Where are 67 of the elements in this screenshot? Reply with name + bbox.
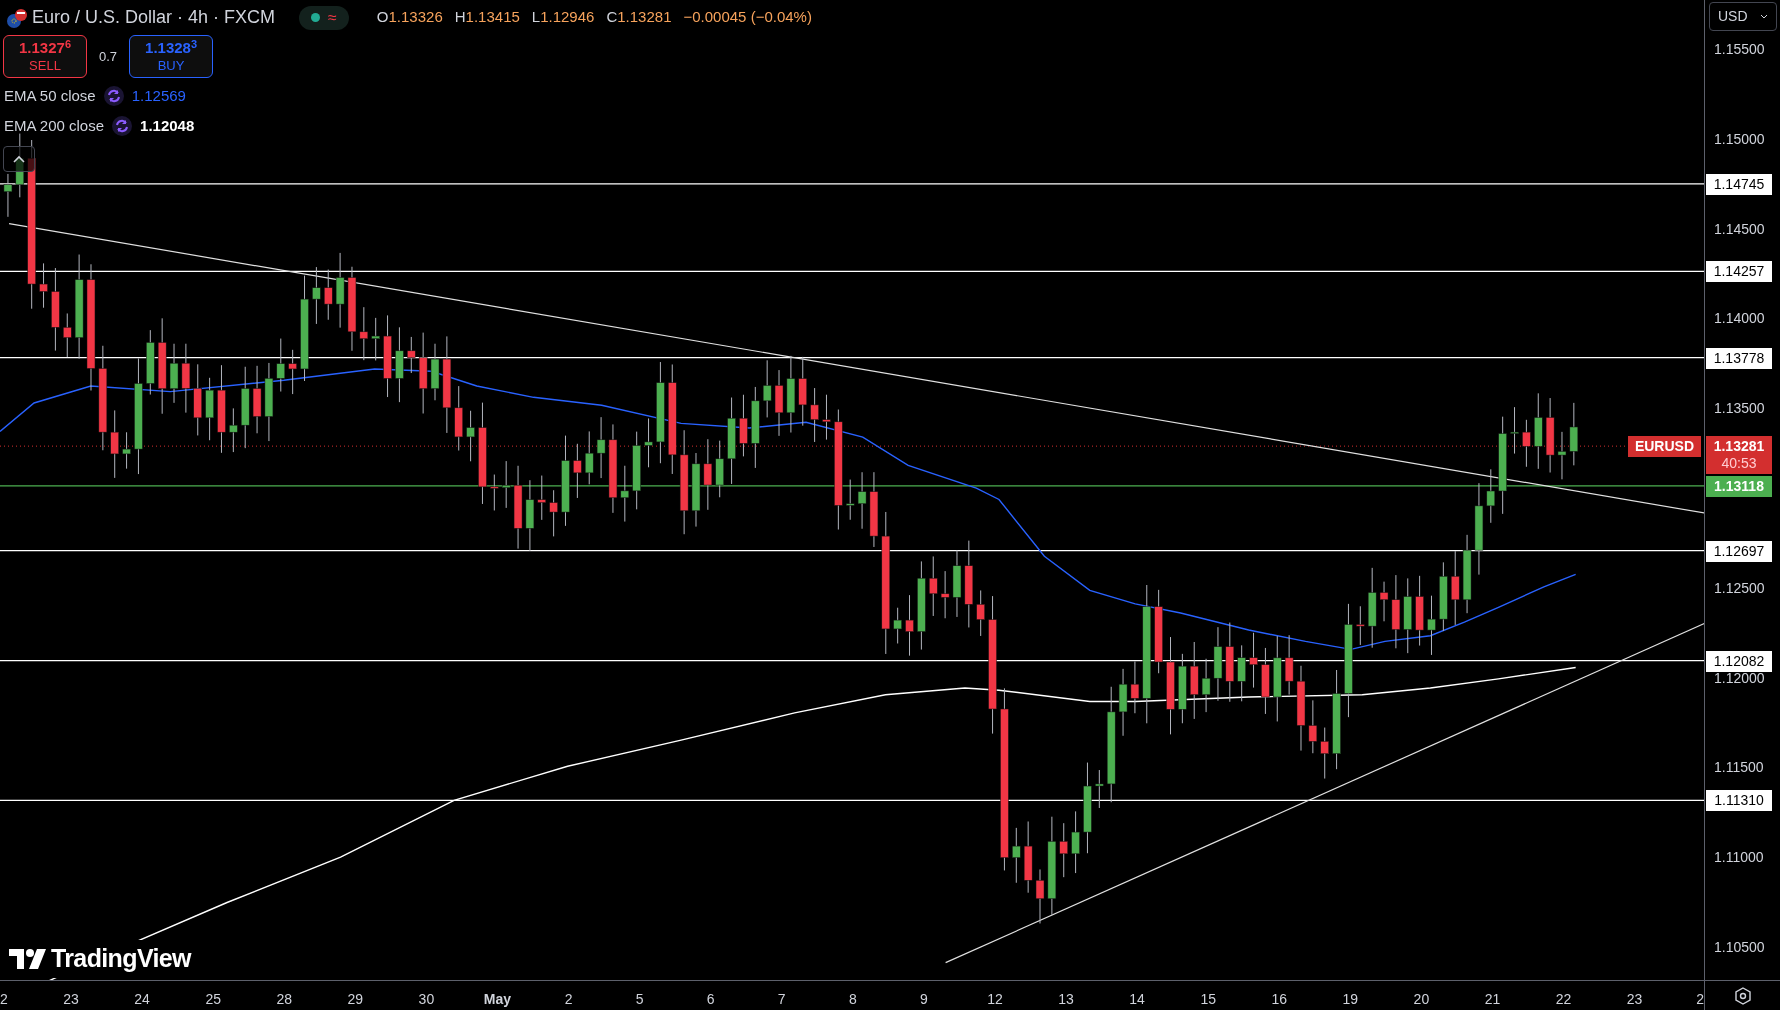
indicator-name: EMA 200 close (4, 115, 105, 136)
current-price-tag: 1.13281 40:53 (1706, 436, 1772, 475)
time-axis-label: 25 (205, 990, 221, 1009)
sell-button[interactable]: 1.1327$^{6}$ SELL (3, 35, 87, 78)
chart-title: Euro / U.S. Dollar · 4h · FXCM (32, 6, 276, 29)
time-axis-label: 2 (1696, 990, 1704, 1009)
time-axis-label: 8 (848, 990, 857, 1009)
time-axis-label: 5 (635, 990, 644, 1009)
price-level-tag: 1.13118 (1706, 475, 1772, 497)
time-axis-label: 29 (347, 990, 364, 1009)
indicator-name: EMA 50 close (4, 86, 96, 106)
ohlc-value: H1.13415 (454, 7, 520, 28)
chevron-down-icon (1760, 14, 1768, 19)
time-axis-label: May (483, 990, 512, 1009)
price-axis-label: 1.11500 (1714, 758, 1764, 778)
ohlc-value: O1.13326 (376, 7, 443, 28)
time-axis-label: 28 (276, 990, 293, 1009)
symbol-tag: EURUSD (1627, 436, 1701, 458)
price-axis-label: 1.14500 (1714, 219, 1765, 239)
ohlc-value: L1.12946 (531, 7, 595, 28)
time-axis-label: 13 (1058, 990, 1074, 1009)
time-axis-label: 23 (63, 990, 79, 1009)
indicator-value: 1.12569 (131, 86, 186, 106)
spread-value: 0.7 (98, 47, 119, 66)
indicator-value: 1.12048 (140, 115, 195, 136)
price-level-tag: 1.12082 (1706, 650, 1772, 672)
time-axis-label: 14 (1129, 990, 1145, 1009)
buy-button[interactable]: 1.1328$^{3}$ BUY (129, 35, 214, 78)
price-change: −0.00045 (−0.04%) (683, 7, 812, 28)
price-axis-label: 1.11000 (1714, 848, 1764, 868)
settings-icon[interactable] (1733, 986, 1752, 1005)
price-level-tag: 1.14257 (1706, 261, 1772, 283)
time-axis-label: 20 (1413, 990, 1430, 1009)
price-axis-label: 1.15000 (1714, 129, 1765, 149)
time-axis-label: 23 (1626, 990, 1643, 1009)
price-level-tag: 1.12697 (1706, 540, 1772, 562)
time-axis-label: 2 (0, 990, 8, 1009)
price-axis-label: 1.14000 (1714, 309, 1765, 329)
time-axis-label: 16 (1271, 990, 1288, 1009)
price-axis-label: 1.12500 (1714, 578, 1765, 598)
brand-name: TradingView (51, 940, 191, 978)
time-axis-label: 21 (1484, 990, 1501, 1009)
refresh-icon[interactable] (112, 115, 133, 136)
time-axis-label: 12 (987, 990, 1003, 1009)
collapse-button[interactable] (3, 146, 35, 172)
time-axis-label: 30 (418, 990, 435, 1009)
time-axis-label: 15 (1200, 990, 1216, 1009)
status-symbol: ≈ (328, 7, 337, 28)
currency-select[interactable]: USD (1709, 2, 1777, 31)
price-axis-label: 1.13500 (1714, 399, 1765, 419)
price-level-tag: 1.11310 (1706, 790, 1772, 812)
flag-icon (6, 6, 28, 29)
time-axis-label: 19 (1342, 990, 1359, 1009)
refresh-icon[interactable] (103, 86, 124, 107)
price-level-tag: 1.13778 (1706, 347, 1772, 369)
time-axis-label: 6 (706, 990, 715, 1009)
time-axis-label: 24 (134, 990, 150, 1009)
ohlc-value: C1.13281 (606, 7, 672, 28)
time-axis-label: 22 (1555, 990, 1572, 1009)
price-axis-label: 1.15500 (1714, 40, 1765, 59)
chevron-up-icon (13, 155, 25, 163)
time-axis-label: 7 (777, 990, 786, 1009)
logo-icon (9, 947, 47, 970)
price-axis-label: 1.10500 (1714, 938, 1765, 957)
time-axis-label: 2 (564, 990, 573, 1009)
time-axis-label: 9 (920, 990, 928, 1009)
price-level-tag: 1.14745 (1706, 173, 1772, 195)
